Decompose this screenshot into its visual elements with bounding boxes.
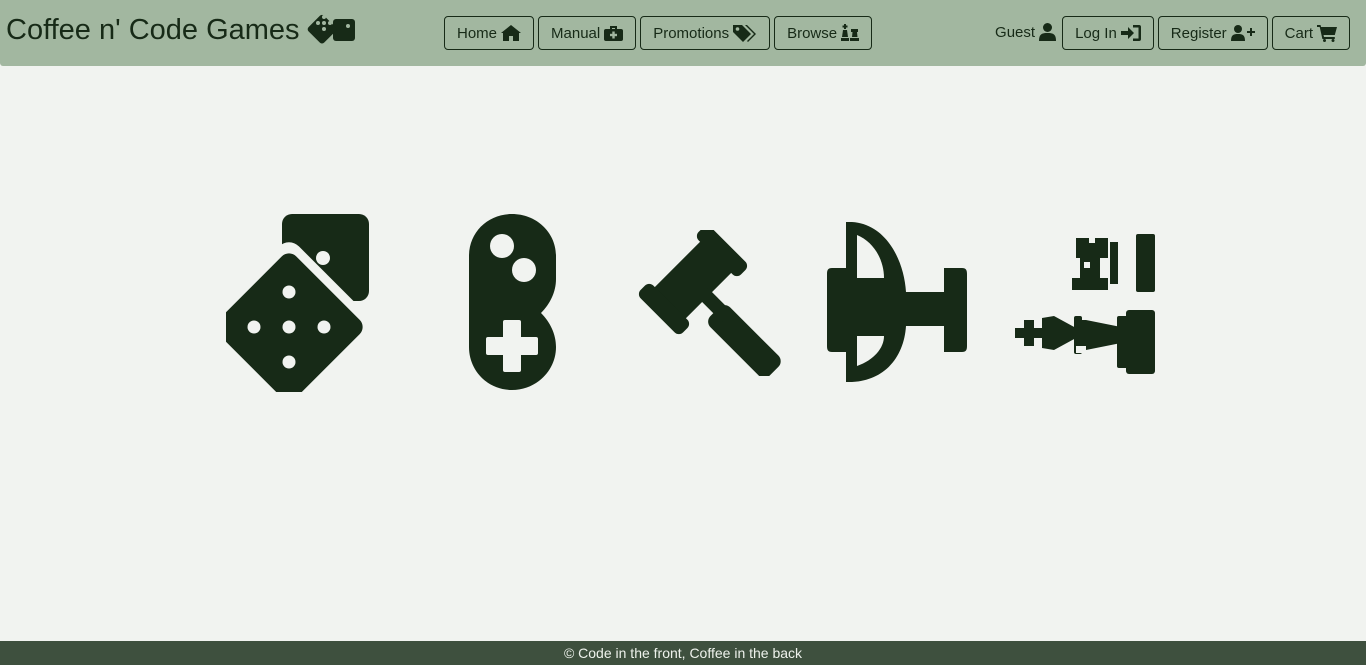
guest-label: Guest — [995, 23, 1036, 41]
cart-button[interactable]: Cart — [1271, 16, 1350, 50]
hero-icons — [226, 212, 1161, 392]
top-navbar: Coffee n' Code Games Home Manual Promoti… — [0, 0, 1366, 66]
nav-browse-button[interactable]: Browse — [774, 16, 873, 50]
dice-icon — [226, 214, 371, 392]
register-label: Register — [1170, 24, 1227, 42]
guest-indicator: Guest — [995, 16, 1057, 50]
user-icon — [1039, 23, 1057, 41]
nav-manual-button[interactable]: Manual — [538, 16, 637, 50]
nav-home-label: Home — [457, 24, 498, 42]
sign-in-icon — [1120, 25, 1141, 41]
account-nav: Guest Log In Register Cart — [995, 16, 1350, 50]
login-label: Log In — [1075, 24, 1117, 42]
brand[interactable]: Coffee n' Code Games — [6, 11, 355, 49]
dice-icon — [307, 11, 355, 49]
gamepad-icon — [469, 214, 556, 390]
home-icon — [501, 25, 522, 41]
trophy-icon — [827, 222, 967, 382]
brand-title: Coffee n' Code Games — [6, 13, 300, 46]
cart-label: Cart — [1284, 24, 1313, 42]
tags-icon — [733, 25, 757, 42]
footer-text: © Code in the front, Coffee in the back — [563, 645, 803, 661]
chess-pieces-icon — [1015, 234, 1155, 374]
register-button[interactable]: Register — [1157, 16, 1268, 50]
nav-promotions-label: Promotions — [653, 24, 730, 42]
shopping-cart-icon — [1317, 24, 1337, 42]
nav-manual-label: Manual — [551, 24, 601, 42]
login-button[interactable]: Log In — [1062, 16, 1154, 50]
nav-browse-label: Browse — [787, 24, 838, 42]
chess-icon — [841, 24, 860, 41]
main-nav: Home Manual Promotions Browse — [444, 16, 873, 50]
first-aid-kit-icon — [604, 26, 624, 41]
footer: © Code in the front, Coffee in the back — [0, 641, 1366, 665]
user-plus-icon — [1230, 25, 1255, 41]
nav-promotions-button[interactable]: Promotions — [640, 16, 771, 50]
nav-home-button[interactable]: Home — [444, 16, 535, 50]
gavel-icon — [638, 230, 781, 376]
